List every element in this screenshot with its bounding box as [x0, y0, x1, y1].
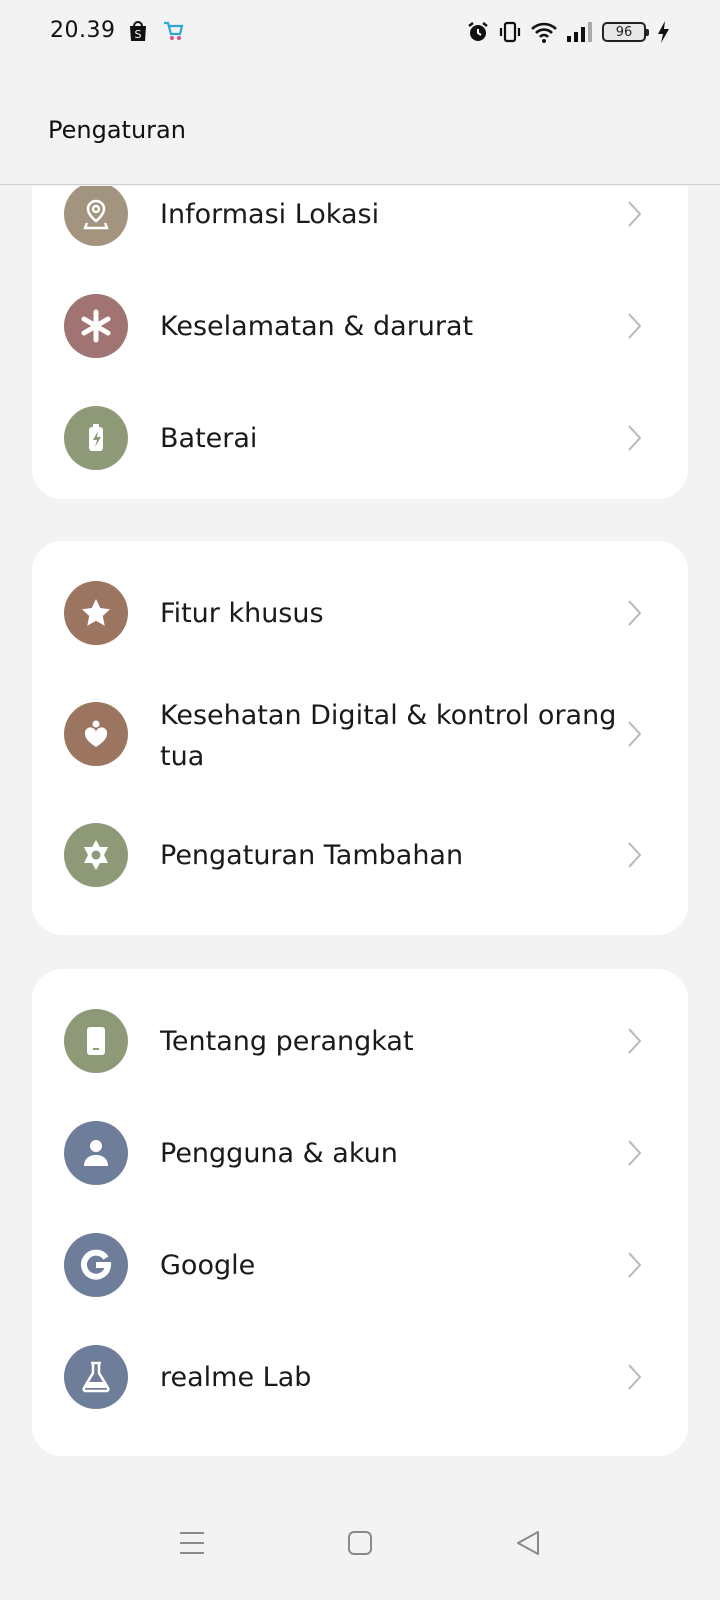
gear-star-icon [64, 823, 128, 887]
star-icon [64, 581, 128, 645]
row-label: Google [160, 1250, 256, 1281]
status-time: 20.39 [50, 18, 116, 43]
chevron-right-icon [628, 1028, 642, 1054]
row-fitur-khusus[interactable]: Fitur khusus [32, 557, 688, 669]
row-baterai[interactable]: Baterai [32, 382, 688, 494]
row-label: Keselamatan & darurat [160, 311, 474, 342]
menu-icon[interactable] [172, 1523, 212, 1563]
heart-person-icon [64, 702, 128, 766]
back-icon[interactable] [508, 1523, 548, 1563]
svg-text:S: S [135, 28, 142, 41]
row-informasi-lokasi[interactable]: Informasi Lokasi [32, 186, 688, 270]
shopee-bag-icon: S [128, 20, 150, 44]
settings-group-2: Fitur khusus Kesehatan Digital & kontrol… [32, 541, 688, 935]
chevron-right-icon [628, 1140, 642, 1166]
asterisk-icon [64, 294, 128, 358]
google-icon [64, 1233, 128, 1297]
home-icon[interactable] [340, 1523, 380, 1563]
row-realme-lab[interactable]: realme Lab [32, 1321, 688, 1433]
user-icon [64, 1121, 128, 1185]
app-header: Pengaturan [0, 66, 720, 185]
location-pin-icon [64, 186, 128, 246]
charging-icon [656, 20, 670, 44]
row-label: Tentang perangkat [160, 1026, 414, 1057]
row-label: Informasi Lokasi [160, 199, 380, 230]
row-label: Pengguna & akun [160, 1138, 398, 1169]
chevron-right-icon [628, 1364, 642, 1390]
row-tentang-perangkat[interactable]: Tentang perangkat [32, 985, 688, 1097]
status-bar: 20.39 S 96 [0, 0, 720, 66]
battery-icon: 96 [602, 22, 649, 42]
row-label: realme Lab [160, 1362, 312, 1393]
page-title: Pengaturan [48, 116, 186, 144]
chevron-right-icon [628, 842, 642, 868]
app-cart-icon [162, 20, 184, 44]
vibrate-icon [498, 20, 522, 44]
row-keselamatan-darurat[interactable]: Keselamatan & darurat [32, 270, 688, 382]
row-label: Baterai [160, 423, 258, 454]
chevron-right-icon [628, 1252, 642, 1278]
chevron-right-icon [628, 313, 642, 339]
row-pengaturan-tambahan[interactable]: Pengaturan Tambahan [32, 807, 688, 919]
row-label: Kesehatan Digital & kontrol orang tua [160, 700, 617, 772]
row-label: Pengaturan Tambahan [160, 840, 464, 871]
alarm-icon [466, 20, 490, 44]
phone-icon [64, 1009, 128, 1073]
settings-group-1: Informasi Lokasi Keselamatan & darurat B… [32, 186, 688, 499]
settings-group-3: Tentang perangkat Pengguna & akun Google… [32, 969, 688, 1456]
signal-icon [566, 20, 594, 44]
row-label: Fitur khusus [160, 598, 324, 629]
settings-list[interactable]: Informasi Lokasi Keselamatan & darurat B… [0, 186, 720, 1481]
row-kesehatan-digital[interactable]: Kesehatan Digital & kontrol orang tua [32, 669, 688, 807]
flask-icon [64, 1345, 128, 1409]
row-pengguna-akun[interactable]: Pengguna & akun [32, 1097, 688, 1209]
wifi-icon [530, 20, 558, 44]
navigation-bar [0, 1481, 720, 1600]
chevron-right-icon [628, 425, 642, 451]
battery-charge-icon [64, 406, 128, 470]
chevron-right-icon [628, 721, 642, 747]
row-google[interactable]: Google [32, 1209, 688, 1321]
chevron-right-icon [628, 201, 642, 227]
chevron-right-icon [628, 600, 642, 626]
battery-level: 96 [615, 24, 633, 40]
